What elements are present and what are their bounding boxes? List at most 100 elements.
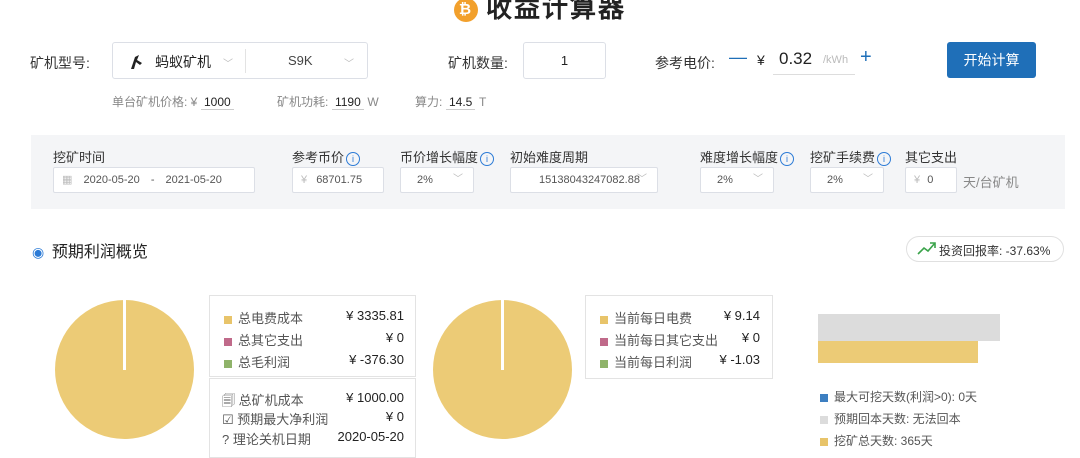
price-unit: /kWh xyxy=(823,54,849,66)
other-currency: ¥ xyxy=(914,174,921,186)
question-icon: ? xyxy=(222,432,230,447)
model-value: S9K xyxy=(288,53,313,68)
legend-item: 当前每日电费 ¥ 9.14 xyxy=(600,308,770,327)
bitcoin-icon: ₿ xyxy=(453,0,478,23)
roi-badge: 投资回报率: -37.63% xyxy=(906,236,1064,262)
hash-spec: 算力: 14.5 T xyxy=(415,93,486,110)
page-title: ₿ 收益计算器 xyxy=(0,0,1080,25)
legend-swatch xyxy=(820,393,828,402)
fee-select[interactable]: 2% ﹀ xyxy=(810,167,884,193)
summary-label: 预期最大净利润 xyxy=(237,412,329,427)
total-days-bar xyxy=(818,341,978,363)
legend-swatch xyxy=(600,359,608,368)
legend-item: 总其它支出 ¥ 0 xyxy=(224,330,414,349)
other-value: 0 xyxy=(927,174,934,186)
other-input[interactable]: ¥ 0 xyxy=(905,167,957,193)
payback-bar xyxy=(818,314,1000,341)
info-icon[interactable]: i xyxy=(780,151,795,166)
legend-value: ¥ -376.30 xyxy=(349,352,404,367)
legend-label: 当前每日电费 xyxy=(614,311,693,326)
count-input[interactable]: 1 xyxy=(523,42,606,79)
price-growth-value: 2% xyxy=(417,174,433,186)
model-select[interactable]: S9K ﹀ xyxy=(246,43,368,78)
cost-legend: 总电费成本 ¥ 3335.81 总其它支出 ¥ 0 总毛利润 ¥ -376.30 xyxy=(209,295,416,377)
chevron-down-icon: ﹀ xyxy=(753,174,763,185)
legend-swatch xyxy=(600,337,608,346)
power-value[interactable]: 1190 xyxy=(331,95,364,110)
hash-unit: T xyxy=(478,95,487,109)
days-legend-item: 预期回本天数: 无法回本 xyxy=(820,410,961,427)
info-icon[interactable]: i xyxy=(346,151,361,166)
other-unit: 天/台矿机 xyxy=(963,175,1019,190)
info-icon[interactable]: i xyxy=(480,151,495,166)
chevron-down-icon: ﹀ xyxy=(223,59,233,70)
calendar-icon: ▦ xyxy=(62,174,73,186)
diff-growth-label: 难度增长幅度 xyxy=(700,150,779,165)
coin-price-label-wrap: 参考币价 i xyxy=(292,147,361,166)
legend-item: 当前每日其它支出 ¥ 0 xyxy=(600,330,770,349)
eye-icon: ◉ xyxy=(32,244,45,260)
count-label: 矿机数量: xyxy=(448,55,508,71)
chevron-down-icon: ﹀ xyxy=(637,174,647,185)
legend-value: ¥ 9.14 xyxy=(723,308,760,323)
init-diff-select[interactable]: 15138043247082.88 ﹀ xyxy=(510,167,658,193)
daily-legend: 当前每日电费 ¥ 9.14 当前每日其它支出 ¥ 0 当前每日利润 ¥ -1.0… xyxy=(585,295,773,379)
price-increase-button[interactable]: + xyxy=(860,46,872,69)
fee-value: 2% xyxy=(827,174,843,186)
model-label: 矿机型号: xyxy=(30,55,90,71)
legend-swatch xyxy=(224,359,232,368)
power-unit: W xyxy=(367,95,379,109)
legend-label: 总其它支出 xyxy=(238,333,304,348)
fee-label-wrap: 挖矿手续费 i xyxy=(810,147,892,166)
hash-value[interactable]: 14.5 xyxy=(445,95,476,110)
chevron-down-icon: ﹀ xyxy=(344,59,354,70)
days-label: 预期回本天数: 无法回本 xyxy=(834,412,961,426)
price-growth-label: 币价增长幅度 xyxy=(400,150,479,165)
chevron-down-icon: ﹀ xyxy=(453,174,463,185)
init-diff-label: 初始难度周期 xyxy=(510,150,589,165)
price-input[interactable]: 0.32 /kWh xyxy=(773,44,855,75)
legend-item: 当前每日利润 ¥ -1.03 xyxy=(600,352,770,371)
diff-growth-label-wrap: 难度增长幅度 i xyxy=(700,147,795,166)
summary-item: ☑ 预期最大净利润 ¥ 0 xyxy=(222,409,414,428)
start-calc-button[interactable]: 开始计算 xyxy=(947,42,1036,78)
cost-pie-chart xyxy=(55,300,194,439)
price-value: 0.32 xyxy=(779,49,813,68)
chevron-down-icon: ﹀ xyxy=(863,174,873,185)
unit-price-value[interactable]: 1000 xyxy=(200,95,234,110)
legend-item: 总毛利润 ¥ -376.30 xyxy=(224,352,414,371)
other-label: 其它支出 xyxy=(905,150,958,165)
overview-title: 预期利润概览 xyxy=(51,244,148,261)
legend-label: 总毛利润 xyxy=(238,355,291,370)
info-icon[interactable]: i xyxy=(877,151,892,166)
roi-text: 投资回报率: -37.63% xyxy=(939,244,1051,258)
coin-price-label: 参考币价 xyxy=(292,150,345,165)
chart-icon: ☑ xyxy=(222,412,234,427)
price-decrease-button[interactable]: — xyxy=(729,47,747,68)
legend-label: 当前每日利润 xyxy=(614,355,693,370)
power-spec: 矿机功耗: 1190 W xyxy=(277,93,379,110)
model-select-group: 蚂蚁矿机 ﹀ S9K ﹀ xyxy=(112,42,368,79)
trend-up-icon xyxy=(917,240,937,259)
legend-swatch xyxy=(820,437,828,446)
init-diff-value: 15138043247082.88 xyxy=(539,174,640,186)
brand-select[interactable]: 蚂蚁矿机 ﹀ xyxy=(113,43,245,78)
summary-value: ¥ 0 xyxy=(385,409,404,424)
pie-slice-divider xyxy=(123,300,126,370)
date-range-picker[interactable]: ▦ 2020-05-20 - 2021-05-20 xyxy=(53,167,255,193)
days-label: 最大可挖天数(利润>0): 0天 xyxy=(834,390,978,404)
date-sep: - xyxy=(150,174,155,186)
overview-header: ◉ 预期利润概览 xyxy=(32,238,148,262)
legend-label: 当前每日其它支出 xyxy=(614,333,719,348)
price-currency: ¥ xyxy=(757,52,765,68)
document-icon: 🗐 xyxy=(222,393,235,408)
coin-price-input[interactable]: ¥ 68701.75 xyxy=(292,167,384,193)
diff-growth-select[interactable]: 2% ﹀ xyxy=(700,167,774,193)
legend-swatch xyxy=(224,337,232,346)
fee-label: 挖矿手续费 xyxy=(810,150,876,165)
brand-value: 蚂蚁矿机 xyxy=(155,54,211,70)
unit-price-label: 单台矿机价格: ¥ xyxy=(112,95,198,109)
price-growth-select[interactable]: 2% ﹀ xyxy=(400,167,474,193)
spec-row: 单台矿机价格: ¥ 1000 xyxy=(112,93,234,110)
days-label: 挖矿总天数: 365天 xyxy=(834,434,933,448)
